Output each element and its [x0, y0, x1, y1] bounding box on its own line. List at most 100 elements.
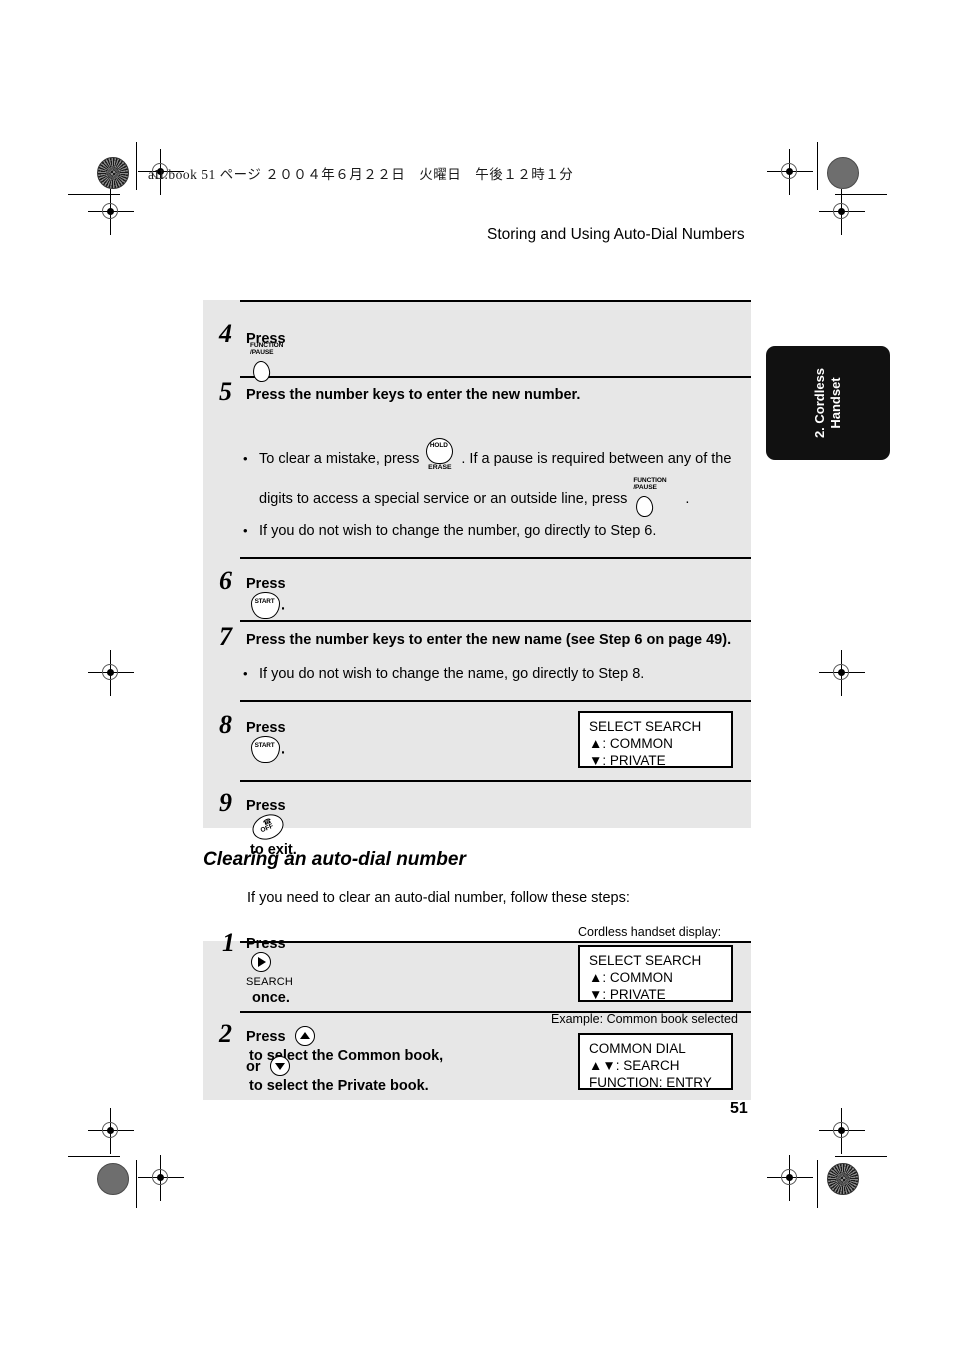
start-key-shape	[251, 592, 280, 619]
chevron-down-icon	[274, 1063, 285, 1070]
search-key-label: SEARCH	[246, 976, 294, 989]
function-pause-key-oval	[251, 360, 272, 383]
step-5-bullet-2: If you do not wish to change the number,…	[243, 523, 656, 539]
bullet-icon	[243, 451, 259, 467]
function-pause-key-oval	[635, 495, 655, 518]
divider-above-step9	[240, 780, 751, 782]
crop-target-left-upper	[88, 189, 134, 235]
trim-line-bottom-right-vertical	[817, 1160, 819, 1208]
divider-above-step8	[240, 700, 751, 702]
trim-line-top-left-vertical	[136, 142, 138, 190]
down-arrow-key-icon[interactable]	[269, 1056, 292, 1078]
clear-step-1-press-label: Press	[246, 936, 286, 952]
clear-step-1-suffix: once.	[252, 990, 290, 1006]
step-8-body: Press START .	[246, 720, 286, 763]
step-4-number: 4	[219, 319, 232, 348]
step-7-bullet-1-text: If you do not wish to change the name, g…	[259, 666, 645, 682]
step-7-title: Press the number keys to enter the new n…	[246, 632, 732, 648]
side-tab-label: 2. Cordless Handset	[812, 367, 843, 439]
step-5-bullet-1-text-d: .	[685, 490, 690, 507]
play-triangle-icon	[258, 957, 266, 967]
step-8-number: 8	[219, 710, 232, 739]
section-heading: Clearing an auto-dial number	[203, 849, 466, 870]
step-8-press-label: Press	[246, 720, 286, 736]
chevron-up-icon	[299, 1032, 310, 1039]
trim-line-right-lower-horizontal	[835, 1156, 887, 1158]
registration-dot-top-right	[827, 157, 859, 189]
function-pause-key-icon[interactable]: FUNCTION/PAUSE	[633, 477, 685, 518]
divider-above-step6	[240, 557, 751, 559]
start-key-icon[interactable]: START	[251, 736, 281, 763]
crop-target-bottom-left	[138, 1155, 184, 1201]
divider-above-step4	[240, 300, 751, 302]
crop-target-left-middle	[88, 650, 134, 696]
step-6-period: .	[281, 597, 286, 614]
step-5-bullet-1-line-1: To clear a mistake, press HOLD ERASE . I…	[243, 438, 731, 480]
start-key-label: START	[254, 598, 275, 605]
crop-target-bottom-right	[767, 1155, 813, 1201]
off-key-icon[interactable]: ☎ OFF	[248, 809, 288, 845]
lcd-display-step8: SELECT SEARCH ▲: COMMON ▼: PRIVATE	[578, 711, 733, 768]
clear-step-2-or-label: or	[246, 1058, 261, 1075]
divider-above-clear-step1	[240, 941, 751, 943]
registration-dot-bottom-left	[97, 1163, 129, 1195]
step-6-body: Press START .	[246, 576, 286, 619]
step-5-bullet-1-line-2: digits to access a special service or an…	[259, 477, 690, 518]
step-8-period: .	[281, 741, 286, 758]
lcd-caption-step1: Cordless handset display:	[578, 925, 722, 939]
running-head: Storing and Using Auto-Dial Numbers	[487, 226, 745, 243]
hold-erase-key-icon[interactable]: HOLD ERASE	[423, 438, 457, 480]
search-key-icon[interactable]	[251, 952, 273, 974]
start-key-shape	[251, 736, 280, 763]
trim-line-bottom-left-vertical	[136, 1160, 138, 1208]
bullet-icon	[243, 523, 259, 539]
registration-rosette-bottom-right	[827, 1163, 859, 1195]
step-5-bullet-1-text-a: To clear a mistake, press	[259, 450, 420, 467]
trim-line-top-right-vertical	[817, 142, 819, 190]
erase-key-label: ERASE	[428, 464, 452, 471]
step-7-bullet-1: If you do not wish to change the name, g…	[243, 666, 644, 682]
section-intro-text: If you need to clear an auto-dial number…	[247, 890, 630, 906]
step-5-title: Press the number keys to enter the new n…	[246, 387, 581, 403]
crop-target-left-lower	[88, 1108, 134, 1154]
page-number: 51	[730, 1100, 748, 1117]
start-key-label: START	[254, 742, 275, 749]
step-5-bullet-2-text: If you do not wish to change the number,…	[259, 523, 657, 539]
up-arrow-key-icon[interactable]	[294, 1026, 317, 1048]
step-9-number: 9	[219, 788, 232, 817]
clear-step-2-press-label: Press	[246, 1028, 286, 1045]
crop-target-right-lower	[819, 1108, 865, 1154]
registration-rosette-top-left	[97, 157, 129, 189]
bullet-icon	[243, 666, 259, 682]
step-9-press-label: Press	[246, 798, 286, 814]
hold-key-label: HOLD	[429, 442, 448, 449]
step-7-number: 7	[219, 622, 232, 651]
function-pause-key-label: FUNCTION/PAUSE	[633, 477, 667, 491]
function-pause-key-icon[interactable]: FUNCTION/PAUSE	[250, 342, 302, 383]
book-header-line: aII.book 51 ページ ２００４年６月２２日 火曜日 午後１２時１分	[148, 167, 574, 182]
start-key-icon[interactable]: START	[251, 592, 281, 619]
clear-step-2-number: 2	[219, 1019, 232, 1048]
side-tab-cordless-handset: 2. Cordless Handset	[766, 346, 890, 460]
clear-step-1-body: Press SEARCH once.	[246, 936, 293, 1006]
crop-target-right-middle	[819, 650, 865, 696]
crop-target-right-upper	[819, 189, 865, 235]
lcd-display-clear-step2: COMMON DIAL ▲▼: SEARCH FUNCTION: ENTRY	[578, 1033, 733, 1090]
trim-line-right-upper-horizontal	[835, 194, 887, 196]
crop-target-top-right	[767, 149, 813, 195]
trim-line-left-upper-horizontal	[68, 194, 120, 196]
function-pause-key-label: FUNCTION/PAUSE	[250, 342, 284, 356]
clear-step-2-line-2-suffix: to select the Private book.	[249, 1078, 429, 1094]
step-5-bullet-1-text-b: . If a pause is required between any of …	[461, 450, 732, 467]
lcd-caption-step2: Example: Common book selected	[551, 1012, 738, 1026]
step-6-number: 6	[219, 566, 232, 595]
step-6-press-label: Press	[246, 576, 286, 592]
clear-step-2-line-2: or to select the Private book.	[246, 1056, 429, 1094]
lcd-display-clear-step1: SELECT SEARCH ▲: COMMON ▼: PRIVATE	[578, 945, 733, 1002]
step-5-bullet-1-text-c: digits to access a special service or an…	[259, 490, 628, 507]
clear-step-1-number: 1	[222, 928, 235, 957]
trim-line-left-lower-horizontal	[68, 1156, 120, 1158]
step-5-number: 5	[219, 377, 232, 406]
divider-above-step5	[240, 376, 751, 378]
divider-above-step7	[240, 620, 751, 622]
